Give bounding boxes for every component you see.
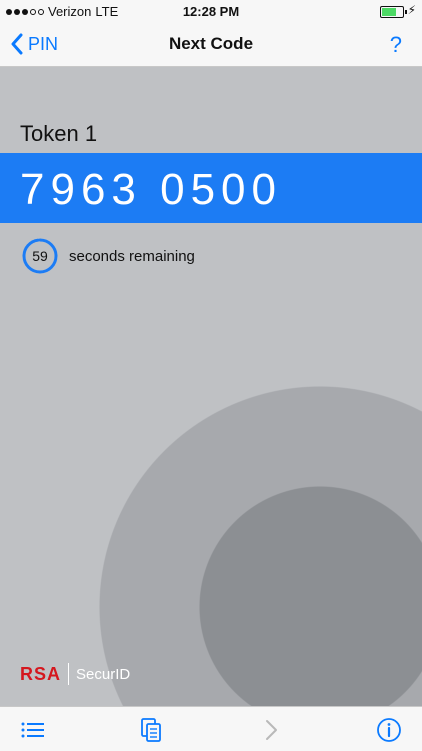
rsa-securid-logo: RSA SecurID [20,663,130,685]
logo-divider [68,663,70,685]
code-bar: 7963 0500 [0,153,422,223]
product-name: SecurID [76,665,131,683]
chevron-right-icon [266,720,277,740]
countdown-timer: 59 seconds remaining [21,237,195,275]
status-time: 12:28 PM [182,4,240,19]
token-list-button[interactable] [20,717,46,743]
token-code: 7963 0500 [20,165,282,214]
bottom-toolbar [0,706,422,751]
navigation-bar: PIN Next Code ? [0,24,422,67]
info-button[interactable] [376,717,402,743]
copy-code-button[interactable] [138,717,164,743]
status-bar: Verizon LTE 12:28 PM ⚡ [0,0,422,24]
timer-ring: 59 [21,237,59,275]
charging-icon: ⚡ [407,3,416,17]
brand-name: RSA [20,663,62,684]
list-icon [21,722,44,738]
page-title: Next Code [168,34,254,53]
battery-icon [380,6,407,18]
token-name: Token 1 [20,121,98,146]
seconds-remaining-label: seconds remaining [69,247,195,265]
next-button[interactable] [258,717,284,743]
info-icon [377,718,401,742]
token-panel: Token 1 7963 0500 59 seconds remaining R… [0,67,422,706]
copy-icon [141,718,161,742]
help-button[interactable]: ? [390,32,402,58]
seconds-count: 59 [32,248,48,264]
